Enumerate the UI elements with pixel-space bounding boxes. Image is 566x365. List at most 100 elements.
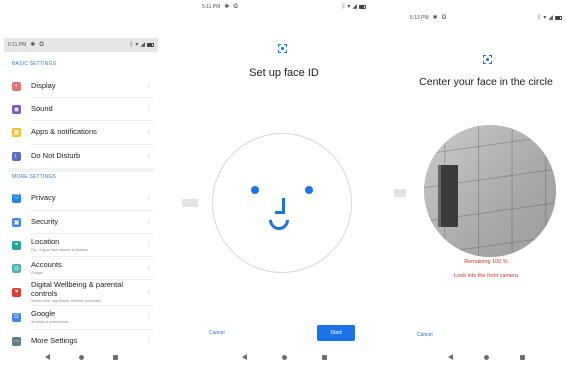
settings-item-label: Privacy [31, 192, 56, 202]
chevron-right-icon: › [147, 82, 150, 90]
settings-item-display[interactable]: ◐ Display › [4, 74, 158, 98]
recents-icon[interactable] [519, 354, 525, 360]
cancel-button[interactable]: Cancel [209, 330, 225, 336]
signal-icon: ◢ [352, 4, 357, 10]
settings-item-subtitle: Google [31, 270, 43, 275]
settings-item-google[interactable]: G Google Services & preferences › [4, 305, 158, 329]
navigation-bar [406, 349, 566, 365]
chevron-right-icon: › [147, 105, 150, 113]
page-title: Set up face ID [249, 67, 319, 79]
start-button[interactable]: Start [317, 325, 355, 341]
settings-item-label: Digital Wellbeing & parental controls [31, 279, 123, 298]
basic-settings-title: BASIC SETTINGS [12, 61, 57, 67]
chevron-right-icon: › [147, 288, 150, 296]
signal-icon: ◢ [548, 15, 553, 21]
right-eye-icon [305, 186, 313, 194]
navigation-bar [4, 349, 158, 365]
settings-item-subtitle: Screen time, app timers, bedtime schedul… [31, 299, 101, 304]
settings-item-sound[interactable]: ◉ Sound › [4, 97, 158, 121]
wellbeing-icon: ♥ [12, 287, 21, 297]
battery-icon [359, 5, 366, 9]
back-icon[interactable] [44, 354, 50, 360]
accounts-icon: ◎ [12, 263, 21, 273]
status-bar: 5:11 PM ✱ G ᛒ ▾ ◢ [4, 38, 158, 52]
status-bar: 5:13 PM ✱ G ᛒ ▾ ◢ [406, 11, 566, 25]
bluetooth-icon: ᛒ [537, 15, 542, 21]
settings-item-label: Google [31, 309, 56, 319]
gear-icon: ✱ [224, 4, 230, 10]
wifi-icon: ▾ [347, 4, 351, 10]
settings-item-label: Do Not Disturb [31, 150, 81, 160]
google-g-icon: G [39, 42, 44, 48]
more-icon: ⋯ [12, 336, 21, 346]
settings-item-privacy[interactable]: ⛉ Privacy › [4, 186, 158, 210]
status-time: 5:11 PM [8, 42, 27, 48]
chevron-right-icon: › [147, 128, 150, 136]
google-icon: G [12, 312, 21, 322]
home-icon[interactable] [78, 354, 84, 360]
camera-object [438, 165, 458, 227]
apps-icon: ▦ [12, 127, 21, 137]
settings-item-subtitle: On - 3 apps have access to location [31, 247, 89, 252]
section-separator [8, 168, 154, 172]
chevron-right-icon: › [147, 152, 150, 160]
settings-item-label: Security [31, 216, 59, 226]
google-g-icon: G [233, 4, 238, 10]
display-icon: ◐ [12, 81, 21, 91]
settings-item-label: Location [31, 237, 60, 247]
settings-item-label: More Settings [31, 335, 78, 345]
status-time: 5:13 PM [410, 15, 429, 21]
moon-icon: ☾ [12, 151, 21, 161]
bluetooth-icon: ᛒ [341, 4, 346, 10]
cancel-button[interactable]: Cancel [417, 332, 433, 338]
settings-item-security[interactable]: ▣ Security › [4, 210, 158, 234]
mouth-icon [264, 205, 294, 235]
status-bar: 5:11 PM ✱ G ᛒ ▾ ◢ [198, 0, 370, 14]
settings-item-dnd[interactable]: ☾ Do Not Disturb › [4, 144, 158, 168]
more-settings-title: MORE SETTINGS [12, 174, 56, 180]
settings-item-apps[interactable]: ▦ Apps & notifications › [4, 120, 158, 144]
home-icon[interactable] [281, 354, 287, 360]
settings-item-subtitle: Services & preferences [31, 319, 69, 324]
face-scan-icon [278, 44, 287, 53]
back-icon[interactable] [447, 354, 453, 360]
chevron-right-icon: › [147, 313, 150, 321]
settings-item-label: Accounts [31, 260, 62, 270]
face-capture-screen: 5:13 PM ✱ G ᛒ ▾ ◢ Center your face in th… [406, 0, 566, 365]
chevron-right-icon: › [147, 241, 150, 249]
page-title: Center your face in the circle [419, 76, 553, 88]
remaining-progress-text: Remaining 100 % [464, 259, 508, 265]
settings-item-label: Sound [31, 103, 53, 113]
home-icon[interactable] [483, 354, 489, 360]
face-circle [212, 133, 352, 273]
bluetooth-icon: ᛒ [129, 42, 134, 48]
camera-preview [424, 125, 556, 257]
settings-item-label: Display [31, 80, 56, 90]
wifi-icon: ▾ [135, 42, 139, 48]
chevron-right-icon: › [147, 264, 150, 272]
recents-icon[interactable] [321, 354, 327, 360]
lock-icon: ▣ [12, 217, 21, 227]
settings-item-label: Apps & notifications [31, 126, 97, 136]
settings-item-wellbeing[interactable]: ♥ Digital Wellbeing & parental controls … [4, 279, 158, 305]
camera-hint-text: Look into the front camera [454, 273, 518, 279]
location-icon: ⌖ [12, 240, 21, 250]
settings-screen: 5:11 PM ✱ G ᛒ ▾ ◢ BASIC SETTINGS ◐ Displ… [4, 0, 158, 365]
google-g-icon: G [441, 15, 447, 21]
battery-icon [555, 16, 562, 20]
settings-item-accounts[interactable]: ◎ Accounts Google › [4, 256, 158, 280]
gear-icon: ✱ [432, 15, 438, 21]
privacy-icon: ⛉ [12, 193, 21, 203]
chevron-right-icon: › [147, 218, 150, 226]
recents-icon[interactable] [112, 354, 118, 360]
battery-icon [147, 43, 154, 47]
left-eye-icon [251, 186, 259, 194]
face-scan-icon [483, 55, 492, 64]
chevron-right-icon: › [147, 337, 150, 345]
settings-item-location[interactable]: ⌖ Location On - 3 apps have access to lo… [4, 233, 158, 257]
status-time: 5:11 PM [202, 4, 221, 10]
back-icon[interactable] [241, 354, 247, 360]
navigation-bar [198, 349, 370, 365]
sound-icon: ◉ [12, 104, 21, 114]
gear-icon: ✱ [30, 42, 36, 48]
